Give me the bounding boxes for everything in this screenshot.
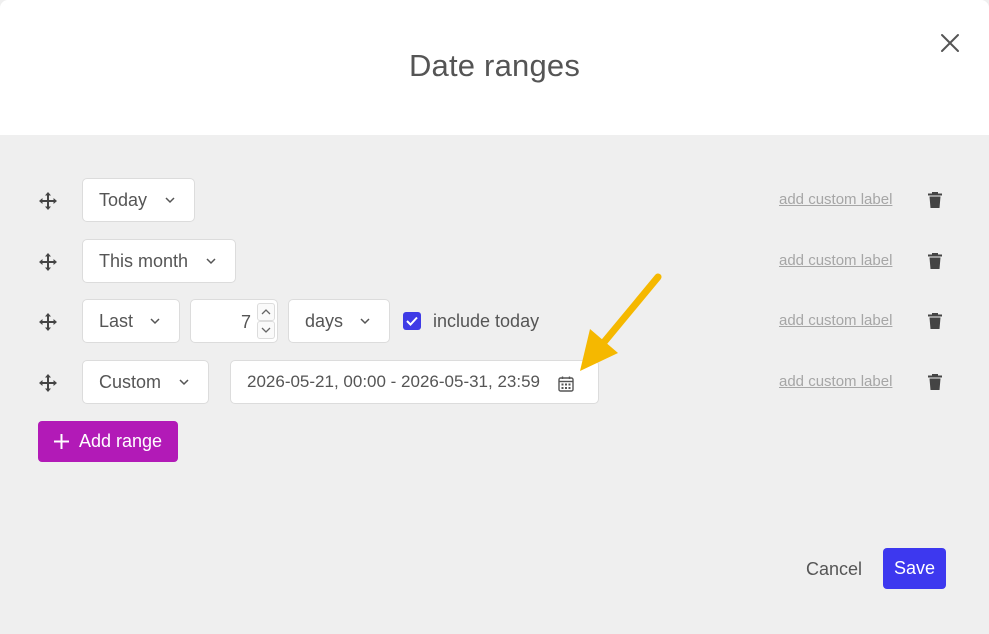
chevron-down-icon [150, 318, 160, 325]
close-icon [941, 34, 959, 52]
add-custom-label-link[interactable]: add custom label [779, 252, 892, 269]
close-button[interactable] [936, 29, 964, 57]
add-range-label: Add range [79, 431, 163, 451]
unit-value: days [305, 310, 344, 331]
range-type-select[interactable]: This month [82, 239, 236, 283]
move-icon [39, 313, 57, 331]
dialog-body: Today add custom label This month add cu… [0, 135, 989, 634]
range-row-custom: Custom 2026-05-21, 00:00 - 2026-05-31, 2… [0, 360, 989, 406]
increment-button[interactable] [257, 303, 275, 321]
chevron-down-icon [165, 197, 175, 204]
range-type-select[interactable]: Custom [82, 360, 209, 404]
range-type-select[interactable]: Today [82, 178, 195, 222]
drag-handle[interactable] [38, 312, 58, 332]
range-row-today: Today add custom label [0, 178, 989, 224]
add-custom-label-link[interactable]: add custom label [779, 312, 892, 329]
add-custom-label-link[interactable]: add custom label [779, 373, 892, 390]
range-row-this-month: This month add custom label [0, 239, 989, 285]
unit-select[interactable]: days [288, 299, 390, 343]
amount-value: 7 [240, 312, 251, 332]
range-type-value: This month [99, 250, 189, 271]
move-icon [39, 253, 57, 271]
decrement-button[interactable] [257, 321, 275, 339]
drag-handle[interactable] [38, 191, 58, 211]
range-type-value: Today [99, 189, 148, 210]
amount-number-input[interactable]: 7 [190, 299, 278, 343]
delete-range-button[interactable] [925, 311, 945, 331]
checkmark-icon [406, 316, 418, 326]
date-range-value: 2026-05-21, 00:00 - 2026-05-31, 23:59 [247, 372, 541, 391]
save-label: Save [893, 558, 936, 578]
include-today-label[interactable]: include today [433, 311, 539, 332]
trash-icon [928, 192, 942, 208]
include-today-checkbox[interactable] [403, 312, 421, 330]
calendar-button[interactable] [557, 375, 575, 393]
drag-handle[interactable] [38, 373, 58, 393]
add-custom-label-link[interactable]: add custom label [779, 191, 892, 208]
range-type-value: Custom [99, 371, 162, 392]
range-row-last: Last 7 days include today add custom lab… [0, 299, 989, 345]
chevron-up-icon [261, 309, 271, 315]
dialog-title: Date ranges [408, 48, 581, 83]
chevron-down-icon [179, 379, 189, 386]
move-icon [39, 374, 57, 392]
add-range-button[interactable]: Add range [38, 421, 178, 462]
trash-icon [928, 313, 942, 329]
save-button[interactable]: Save [883, 548, 946, 589]
drag-handle[interactable] [38, 252, 58, 272]
date-range-input[interactable]: 2026-05-21, 00:00 - 2026-05-31, 23:59 [230, 360, 599, 404]
dialog-header: Date ranges [0, 0, 989, 135]
chevron-down-icon [206, 258, 216, 265]
delete-range-button[interactable] [925, 372, 945, 392]
chevron-down-icon [261, 327, 271, 333]
range-type-value: Last [99, 310, 134, 331]
delete-range-button[interactable] [925, 251, 945, 271]
chevron-down-icon [360, 318, 370, 325]
cancel-button[interactable]: Cancel [806, 559, 862, 580]
trash-icon [928, 374, 942, 390]
calendar-icon [558, 376, 574, 392]
plus-icon [54, 434, 69, 449]
trash-icon [928, 253, 942, 269]
move-icon [39, 192, 57, 210]
range-type-select[interactable]: Last [82, 299, 180, 343]
delete-range-button[interactable] [925, 190, 945, 210]
